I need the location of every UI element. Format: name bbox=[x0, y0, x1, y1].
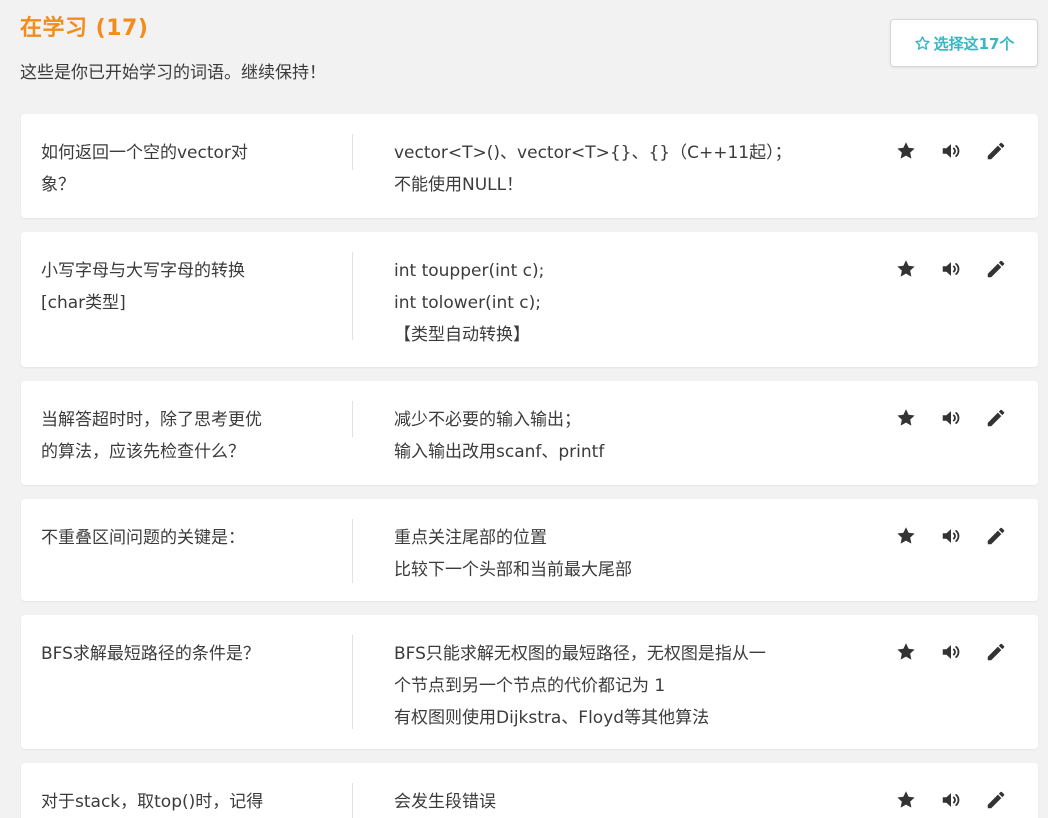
card-divider bbox=[352, 519, 353, 583]
word-card: 不重叠区间问题的关键是： 重点关注尾部的位置 比较下一个头部和当前最大尾部 bbox=[21, 499, 1038, 601]
page: 在学习 (17) 这些是你已开始学习的词语。继续保持！ 选择这17个 如何返回一… bbox=[0, 0, 1048, 818]
star-icon[interactable] bbox=[893, 256, 919, 282]
word-term: 小写字母与大写字母的转换 [char类型] bbox=[41, 261, 245, 313]
pencil-icon[interactable] bbox=[983, 405, 1009, 431]
card-divider bbox=[352, 252, 353, 340]
speaker-icon[interactable] bbox=[938, 256, 964, 282]
card-divider bbox=[352, 635, 353, 729]
pencil-icon[interactable] bbox=[983, 138, 1009, 164]
pencil-icon[interactable] bbox=[983, 256, 1009, 282]
word-definition: 会发生段错误 bbox=[394, 792, 496, 812]
speaker-icon[interactable] bbox=[938, 787, 964, 813]
speaker-icon[interactable] bbox=[938, 523, 964, 549]
card-actions bbox=[893, 787, 1028, 813]
page-title: 在学习 (17) bbox=[20, 16, 149, 41]
word-definition: int toupper(int c); int tolower(int c); … bbox=[394, 261, 545, 345]
pencil-icon[interactable] bbox=[983, 523, 1009, 549]
star-icon[interactable] bbox=[893, 523, 919, 549]
word-term: 当解答超时时，除了思考更优 的算法，应该先检查什么？ bbox=[41, 410, 262, 462]
word-term: 对于stack，取top()时，记得 bbox=[41, 792, 264, 812]
word-list: 如何返回一个空的vector对 象？ vector<T>()、vector<T>… bbox=[21, 114, 1038, 818]
word-definition: vector<T>()、vector<T>{}、{}（C++11起）； 不能使用… bbox=[394, 143, 792, 195]
select-all-button-label: 选择这17个 bbox=[933, 34, 1015, 53]
speaker-icon[interactable] bbox=[938, 138, 964, 164]
word-term: 如何返回一个空的vector对 象？ bbox=[41, 143, 248, 195]
card-actions bbox=[893, 405, 1028, 431]
card-actions bbox=[893, 256, 1028, 282]
card-actions bbox=[893, 639, 1028, 665]
card-actions bbox=[893, 523, 1028, 549]
word-card: 对于stack，取top()时，记得 会发生段错误 bbox=[21, 763, 1038, 818]
header: 在学习 (17) 这些是你已开始学习的词语。继续保持！ 选择这17个 bbox=[20, 8, 1038, 98]
card-divider bbox=[352, 783, 353, 818]
speaker-icon[interactable] bbox=[938, 405, 964, 431]
star-icon[interactable] bbox=[893, 787, 919, 813]
star-icon[interactable] bbox=[893, 405, 919, 431]
word-definition: 重点关注尾部的位置 比较下一个头部和当前最大尾部 bbox=[394, 528, 632, 580]
select-all-button[interactable]: 选择这17个 bbox=[890, 19, 1038, 67]
card-actions bbox=[893, 138, 1028, 164]
card-divider bbox=[352, 134, 353, 170]
word-card: 当解答超时时，除了思考更优 的算法，应该先检查什么？ 减少不必要的输入输出； 输… bbox=[21, 381, 1038, 485]
pencil-icon[interactable] bbox=[983, 787, 1009, 813]
word-term: 不重叠区间问题的关键是： bbox=[41, 528, 245, 548]
star-outline-icon bbox=[914, 35, 931, 52]
page-subtitle: 这些是你已开始学习的词语。继续保持！ bbox=[20, 63, 326, 83]
pencil-icon[interactable] bbox=[983, 639, 1009, 665]
star-icon[interactable] bbox=[893, 639, 919, 665]
word-term: BFS求解最短路径的条件是？ bbox=[41, 644, 260, 664]
word-definition: BFS只能求解无权图的最短路径，无权图是指从一 个节点到另一个节点的代价都记为 … bbox=[394, 644, 766, 728]
speaker-icon[interactable] bbox=[938, 639, 964, 665]
star-icon[interactable] bbox=[893, 138, 919, 164]
word-card: BFS求解最短路径的条件是？ BFS只能求解无权图的最短路径，无权图是指从一 个… bbox=[21, 615, 1038, 749]
card-divider bbox=[352, 401, 353, 437]
word-card: 小写字母与大写字母的转换 [char类型] int toupper(int c)… bbox=[21, 232, 1038, 367]
word-card: 如何返回一个空的vector对 象？ vector<T>()、vector<T>… bbox=[21, 114, 1038, 218]
word-definition: 减少不必要的输入输出； 输入输出改用scanf、printf bbox=[394, 410, 605, 462]
